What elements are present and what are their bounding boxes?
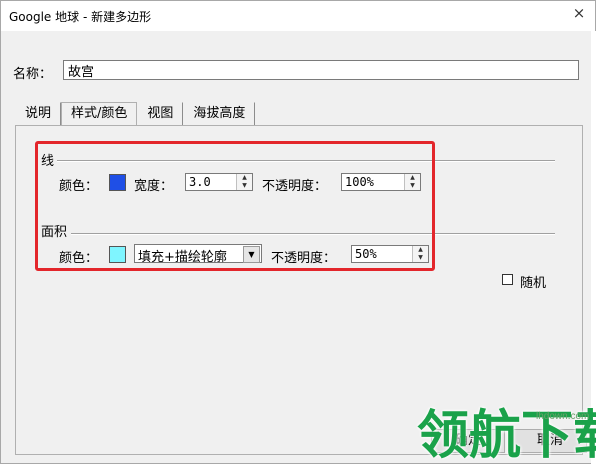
tab-view[interactable]: 视图 bbox=[137, 102, 184, 126]
line-opacity-arrows: ▲ ▼ bbox=[404, 174, 420, 190]
line-color-swatch[interactable] bbox=[109, 174, 126, 191]
random-label: 随机 bbox=[520, 276, 547, 291]
window-title: Google 地球 - 新建多边形 bbox=[9, 10, 152, 24]
line-section-heading: 线 bbox=[41, 154, 55, 169]
tab-description[interactable]: 说明 bbox=[15, 102, 62, 126]
spin-up-icon[interactable]: ▲ bbox=[413, 246, 428, 254]
area-opacity-spinner[interactable]: 50% ▲ ▼ bbox=[351, 245, 429, 263]
area-opacity-value: 50% bbox=[355, 247, 377, 261]
spin-down-icon[interactable]: ▼ bbox=[237, 182, 252, 190]
spin-up-icon[interactable]: ▲ bbox=[237, 174, 252, 182]
spin-up-icon[interactable]: ▲ bbox=[405, 174, 420, 182]
spin-down-icon[interactable]: ▼ bbox=[413, 254, 428, 262]
fill-mode-value: 填充+描绘轮廓 bbox=[138, 250, 227, 265]
right-edge-strip bbox=[591, 31, 596, 465]
tab-style-color[interactable]: 样式/颜色 bbox=[61, 102, 138, 126]
title-bar: Google 地球 - 新建多边形 × bbox=[1, 1, 595, 31]
name-input[interactable] bbox=[63, 60, 579, 80]
name-label: 名称： bbox=[13, 67, 53, 82]
tab-strip: 说明 样式/颜色 视图 海拔高度 bbox=[15, 102, 256, 126]
area-opacity-label: 不透明度： bbox=[271, 251, 337, 266]
line-opacity-value: 100% bbox=[345, 175, 374, 189]
tab-altitude[interactable]: 海拔高度 bbox=[183, 102, 256, 126]
random-checkbox[interactable] bbox=[502, 274, 513, 285]
line-width-spinner[interactable]: 3.0 ▲ ▼ bbox=[185, 173, 253, 191]
area-color-swatch[interactable] bbox=[109, 246, 126, 263]
line-opacity-label: 不透明度： bbox=[262, 179, 328, 194]
line-width-value: 3.0 bbox=[189, 175, 211, 189]
close-icon[interactable]: × bbox=[571, 5, 587, 21]
area-section-divider bbox=[71, 233, 555, 235]
spin-down-icon[interactable]: ▼ bbox=[405, 182, 420, 190]
line-width-arrows: ▲ ▼ bbox=[236, 174, 252, 190]
fill-mode-select[interactable]: 填充+描绘轮廓 ▼ bbox=[134, 244, 262, 265]
area-color-label: 颜色： bbox=[59, 251, 99, 266]
line-width-label: 宽度： bbox=[134, 179, 174, 194]
area-opacity-arrows: ▲ ▼ bbox=[412, 246, 428, 262]
area-section-heading: 面积 bbox=[41, 225, 68, 240]
dialog-window: Google 地球 - 新建多边形 × 名称： 说明 样式/颜色 视图 海拔高度… bbox=[0, 0, 596, 465]
line-section-divider bbox=[57, 160, 555, 162]
line-color-label: 颜色： bbox=[59, 179, 99, 194]
chevron-down-icon[interactable]: ▼ bbox=[243, 246, 260, 263]
line-opacity-spinner[interactable]: 100% ▲ ▼ bbox=[341, 173, 421, 191]
watermark-url: lhdown.com bbox=[536, 411, 590, 422]
